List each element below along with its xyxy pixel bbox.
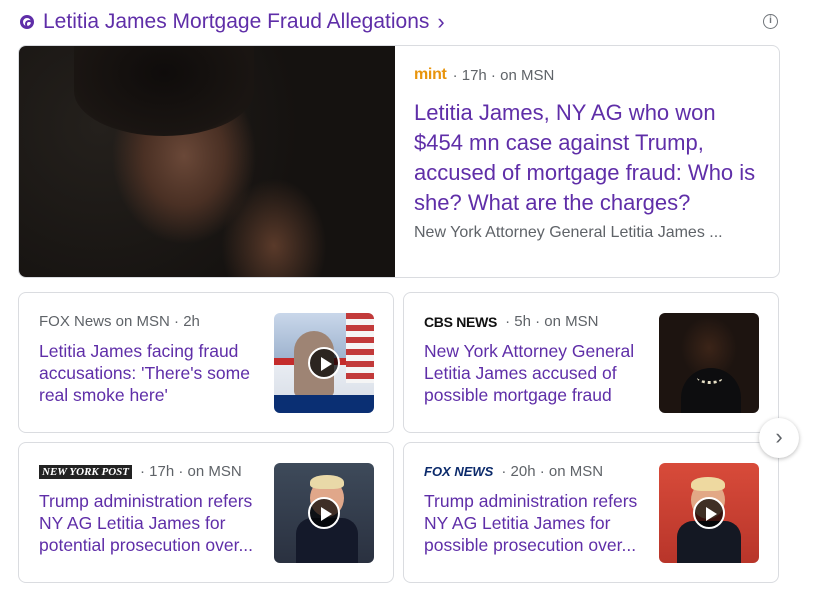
source-logo: FOX NEWS bbox=[424, 464, 494, 479]
news-card[interactable]: FOX News on MSN · 2h Letitia James facin… bbox=[18, 292, 394, 433]
source-name: FOX News on MSN bbox=[39, 313, 170, 330]
timestamp: · 2h bbox=[174, 313, 200, 330]
play-icon[interactable] bbox=[693, 497, 725, 529]
topic-title: Letitia James Mortgage Fraud Allegations bbox=[43, 10, 430, 33]
hero-snippet: New York Attorney General Letitia James … bbox=[414, 224, 723, 241]
hero-headline[interactable]: Letitia James, NY AG who won $454 mn cas… bbox=[414, 98, 764, 218]
headline[interactable]: Trump administration refers NY AG Letiti… bbox=[424, 490, 649, 556]
hero-news-card[interactable]: mint · 17h · on MSN Letitia James, NY AG… bbox=[18, 45, 780, 278]
timestamp: · 20h · on MSN bbox=[501, 463, 604, 480]
topic-header[interactable]: Letitia James Mortgage Fraud Allegations… bbox=[20, 8, 445, 36]
info-icon[interactable]: i bbox=[763, 14, 778, 29]
headline[interactable]: Letitia James facing fraud accusations: … bbox=[39, 340, 264, 406]
thumbnail-image[interactable] bbox=[659, 313, 759, 413]
headline[interactable]: New York Attorney General Letitia James … bbox=[424, 340, 649, 406]
video-thumbnail[interactable] bbox=[274, 313, 374, 413]
chevron-right-icon: › bbox=[437, 9, 445, 34]
next-arrow-button[interactable]: › bbox=[759, 418, 799, 458]
video-thumbnail[interactable] bbox=[659, 463, 759, 563]
source-logo: CBS NEWS bbox=[424, 313, 498, 330]
source-logo: NEW YORK POST bbox=[39, 464, 133, 479]
timestamp: · 5h · on MSN bbox=[505, 313, 599, 330]
play-icon[interactable] bbox=[308, 347, 340, 379]
play-icon[interactable] bbox=[308, 497, 340, 529]
hero-meta: mint · 17h · on MSN bbox=[414, 66, 764, 84]
hero-timestamp: · 17h · on MSN bbox=[452, 66, 555, 84]
news-card[interactable]: NEW YORK POST · 17h · on MSN Trump admini… bbox=[18, 442, 394, 583]
source-logo: mint bbox=[414, 66, 447, 83]
headline[interactable]: Trump administration refers NY AG Letiti… bbox=[39, 490, 264, 556]
news-card[interactable]: FOX NEWS · 20h · on MSN Trump administrat… bbox=[403, 442, 779, 583]
topic-icon bbox=[20, 15, 34, 29]
hero-image bbox=[19, 46, 395, 277]
video-thumbnail[interactable] bbox=[274, 463, 374, 563]
news-card[interactable]: CBS NEWS · 5h · on MSN New York Attorney … bbox=[403, 292, 779, 433]
timestamp: · 17h · on MSN bbox=[140, 463, 242, 480]
